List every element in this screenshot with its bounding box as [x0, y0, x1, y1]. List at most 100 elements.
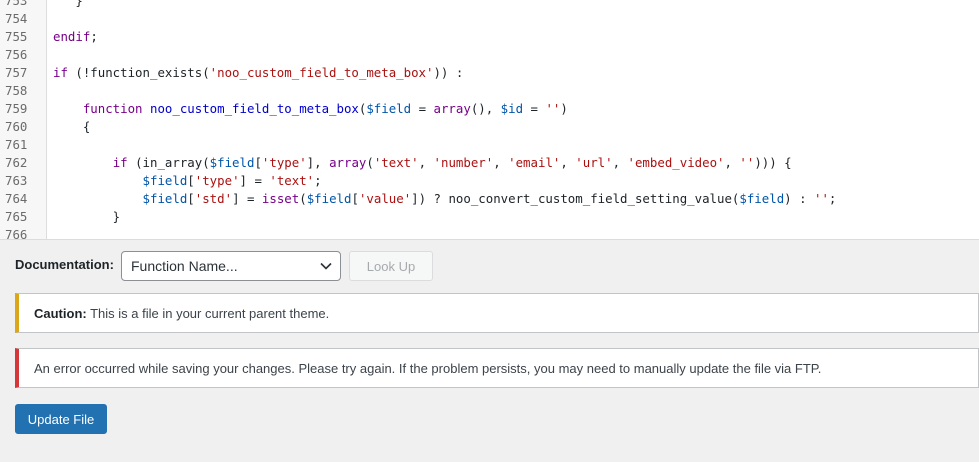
function-name-select-value: Function Name... — [131, 258, 238, 274]
line-source: { — [53, 118, 90, 136]
code-token: (in_array( — [127, 155, 210, 170]
code-line[interactable]: 765 } — [0, 208, 979, 226]
code-token: )) : — [433, 65, 464, 80]
code-token: if — [112, 155, 128, 170]
code-token: ) : — [784, 191, 814, 206]
code-token: , — [493, 155, 509, 170]
line-source: $field['std'] = isset($field['value']) ?… — [53, 190, 837, 208]
code-token: { — [53, 119, 91, 134]
line-number: 765 — [5, 209, 28, 224]
code-token: isset — [261, 191, 300, 206]
caution-notice: Caution: This is a file in your current … — [15, 293, 979, 333]
line-source: if (!function_exists('noo_custom_field_t… — [53, 64, 463, 82]
code-token: 'type' — [194, 173, 240, 188]
code-line[interactable]: 756 — [0, 46, 979, 64]
code-token: ( — [299, 191, 307, 206]
code-token: 'url' — [575, 155, 613, 170]
line-source: $field['type'] = 'text'; — [53, 172, 322, 190]
code-token: 'email' — [508, 155, 561, 170]
code-token: '' — [739, 155, 755, 170]
code-token: $field — [209, 155, 255, 170]
code-token: $field — [366, 101, 412, 116]
line-source: endif; — [53, 28, 98, 46]
code-token: '' — [814, 191, 829, 206]
code-line[interactable]: 758 — [0, 82, 979, 100]
line-number: 761 — [5, 137, 28, 152]
caution-strong: Caution: — [34, 306, 87, 321]
line-number: 756 — [5, 47, 28, 62]
code-token: ] = — [232, 191, 262, 206]
look-up-button[interactable]: Look Up — [349, 251, 433, 281]
function-name-select[interactable]: Function Name... — [121, 251, 341, 281]
code-editor[interactable]: 753 } 754 755 endif; 756 757 if (!function_exi… — [0, 0, 979, 240]
code-token: 'noo_custom_field_to_meta_box' — [209, 65, 434, 80]
line-number: 754 — [5, 11, 28, 26]
code-token: 'std' — [194, 191, 233, 206]
code-token: } — [75, 0, 83, 8]
line-source: if (in_array($field['type'], array('text… — [53, 154, 792, 172]
code-token: array — [329, 155, 367, 170]
code-line[interactable]: 753 } — [0, 0, 979, 10]
code-token: 'text' — [269, 173, 315, 188]
line-number: 763 — [5, 173, 28, 188]
code-line[interactable]: 755 endif; — [0, 28, 979, 46]
code-token: } — [53, 209, 121, 224]
code-token: '' — [545, 101, 561, 116]
code-token: [ — [351, 191, 359, 206]
code-line[interactable]: 764 $field['std'] = isset($field['value'… — [0, 190, 979, 208]
code-line[interactable]: 761 — [0, 136, 979, 154]
code-token: if — [53, 65, 68, 80]
line-source: } — [53, 0, 83, 10]
error-message: An error occurred while saving your chan… — [34, 361, 822, 376]
code-line[interactable]: 762 if (in_array($field['type'], array('… — [0, 154, 979, 172]
code-token: , — [724, 155, 740, 170]
caution-message: This is a file in your current parent th… — [86, 306, 330, 321]
code-token: $field — [142, 173, 188, 188]
code-token: 'number' — [433, 155, 494, 170]
code-line[interactable]: 757 if (!function_exists('noo_custom_fiel… — [0, 64, 979, 82]
code-token: ; — [90, 29, 98, 44]
code-token: [ — [254, 155, 262, 170]
line-number: 760 — [5, 119, 28, 134]
code-token: $field — [306, 191, 352, 206]
line-number: 753 — [5, 0, 28, 8]
code-token: ] = — [239, 173, 270, 188]
code-token: [ — [187, 191, 195, 206]
code-line[interactable]: 760 { — [0, 118, 979, 136]
code-token: ], — [306, 155, 330, 170]
chevron-down-icon — [320, 262, 332, 270]
code-token: endif — [53, 29, 91, 44]
code-token: , — [418, 155, 434, 170]
line-number: 762 — [5, 155, 28, 170]
code-token: noo_custom_field_to_meta_box — [150, 101, 359, 116]
code-token: function — [82, 101, 143, 116]
line-number: 764 — [5, 191, 28, 206]
code-line[interactable]: 759 function noo_custom_field_to_meta_bo… — [0, 100, 979, 118]
code-line[interactable]: 763 $field['type'] = 'text'; — [0, 172, 979, 190]
code-line[interactable]: 754 — [0, 10, 979, 28]
update-file-button[interactable]: Update File — [15, 404, 107, 434]
code-token: , — [612, 155, 628, 170]
line-source: } — [53, 208, 120, 226]
documentation-label: Documentation: — [15, 257, 114, 272]
code-token: ))) { — [754, 155, 792, 170]
code-token: ; — [828, 191, 837, 206]
line-number: 758 — [5, 83, 28, 98]
code-line[interactable]: 766 — [0, 226, 979, 240]
code-token: = — [523, 101, 546, 116]
code-token: ) — [560, 101, 568, 116]
code-token: $field — [142, 191, 188, 206]
code-token: [ — [187, 173, 195, 188]
code-token: = — [411, 101, 434, 116]
line-number: 759 — [5, 101, 28, 116]
error-notice: An error occurred while saving your chan… — [15, 348, 979, 388]
line-number: 755 — [5, 29, 28, 44]
code-token: ; — [314, 173, 322, 188]
line-number: 766 — [5, 227, 28, 240]
